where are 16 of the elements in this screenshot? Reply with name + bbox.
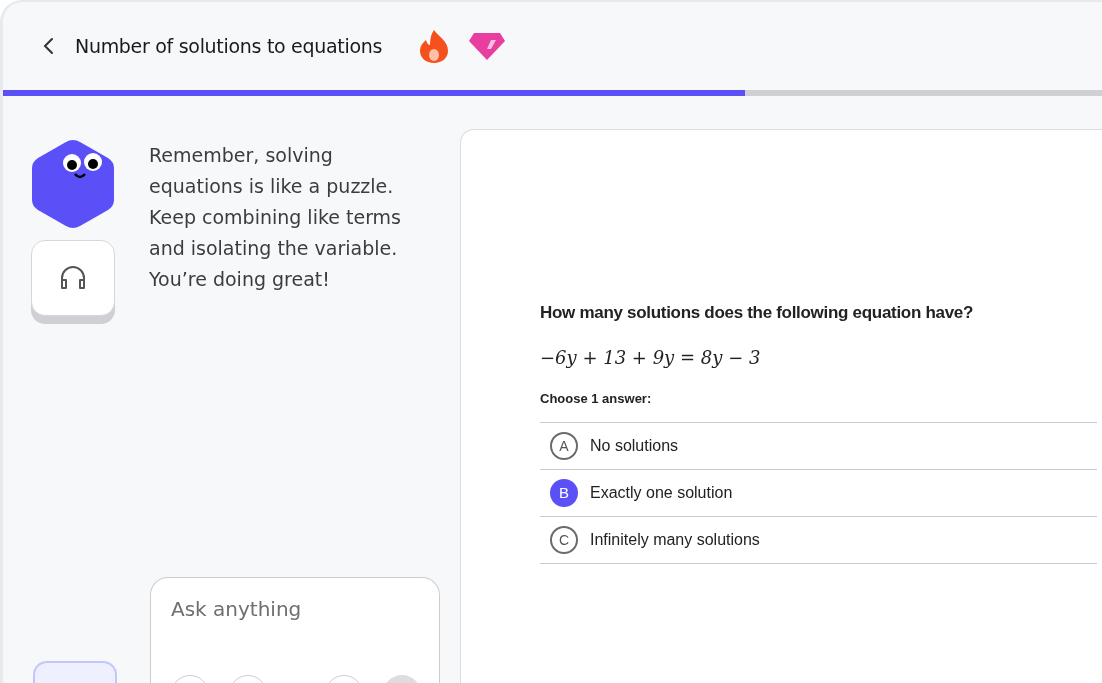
question-prompt: How many solutions does the following equation have? xyxy=(540,302,975,324)
choice-text: No solutions xyxy=(590,436,679,456)
choice-letter: C xyxy=(550,526,578,554)
answer-choice[interactable]: B Exactly one solution xyxy=(540,470,1097,517)
answer-choice[interactable]: C Infinitely many solutions xyxy=(540,517,1097,564)
chat-field[interactable]: Ask anything xyxy=(150,577,440,683)
choice-text: Infinitely many solutions xyxy=(590,530,760,550)
equation: −6y + 13 + 9y = 8y − 3 xyxy=(540,345,762,370)
answer-instruction: Choose 1 answer: xyxy=(540,389,653,408)
answer-choice[interactable]: A No solutions xyxy=(540,423,1097,470)
choice-letter: B xyxy=(550,479,578,507)
lesson-title: Number of solutions to equations xyxy=(75,33,383,59)
choice-letter: A xyxy=(550,432,578,460)
choice-text: Exactly one solution xyxy=(590,483,733,503)
chat-input[interactable]: Ask anything xyxy=(171,594,419,624)
tutor-message: Remember, solving equations is like a puzzle. Keep combining like terms and isolating the variable. You’re doing great! xyxy=(149,143,402,292)
